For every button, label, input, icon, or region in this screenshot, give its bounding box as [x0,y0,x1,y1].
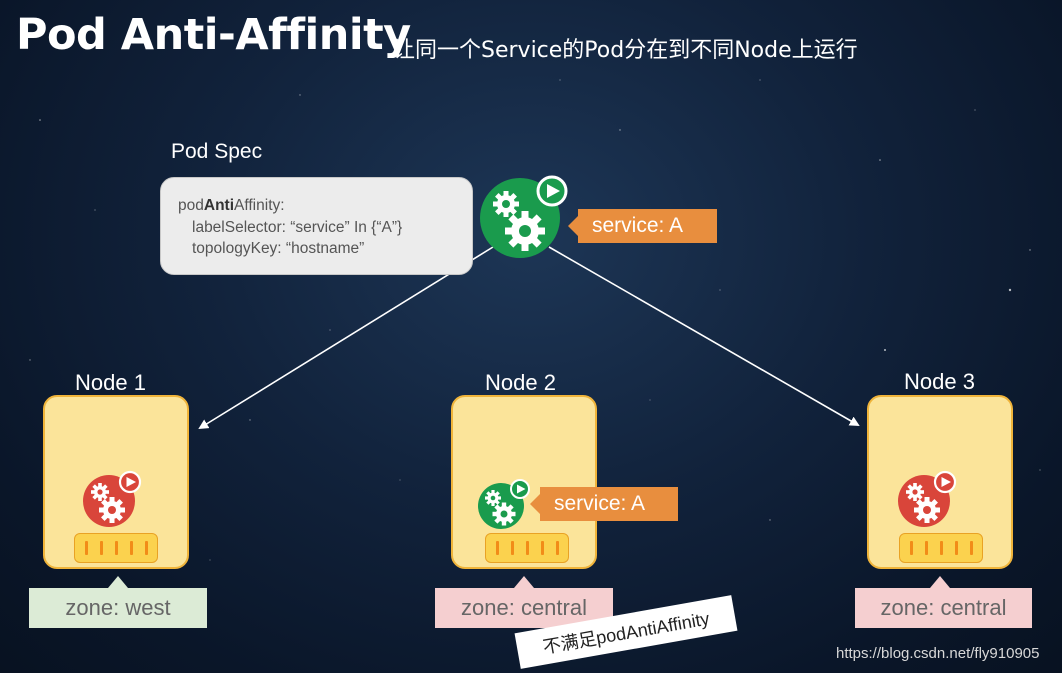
node-2-pod-icon [478,479,530,529]
watermark: https://blog.csdn.net/fly910905 [836,645,1040,662]
node-3-zone-label: zone: central [855,588,1032,628]
service-tag-new-pod: service: A [568,209,717,243]
new-pod-icon [480,175,568,258]
node-1-server-icon [74,533,158,563]
node-3-server-icon [899,533,983,563]
pod-spec-box: podAntiAffinity: labelSelector: “service… [160,177,473,275]
node-1-label: Node 1 [75,370,146,395]
node-3-pod-icon [898,470,957,527]
pod-spec-line-1: podAntiAffinity: [178,197,285,214]
pod-spec-line-3: topologyKey: “hostname” [192,240,365,257]
node-1-zone-label: zone: west [29,588,207,628]
pod-spec-label: Pod Spec [171,140,263,163]
scheduling-arrows [198,246,860,430]
node-3-zone-pointer [930,576,950,588]
pod-spec-line-2: labelSelector: “service” In {“A”} [192,218,403,236]
arrow-to-node-3 [548,246,860,426]
node-1-zone-pointer [108,576,128,588]
node-1-pod-icon [83,470,142,527]
node-2-label: Node 2 [485,370,556,395]
node-2-server-icon [485,533,569,563]
node-3-label: Node 3 [904,369,975,394]
node-2-zone-pointer [514,576,534,588]
service-tag-node-2: service: A [530,487,678,521]
